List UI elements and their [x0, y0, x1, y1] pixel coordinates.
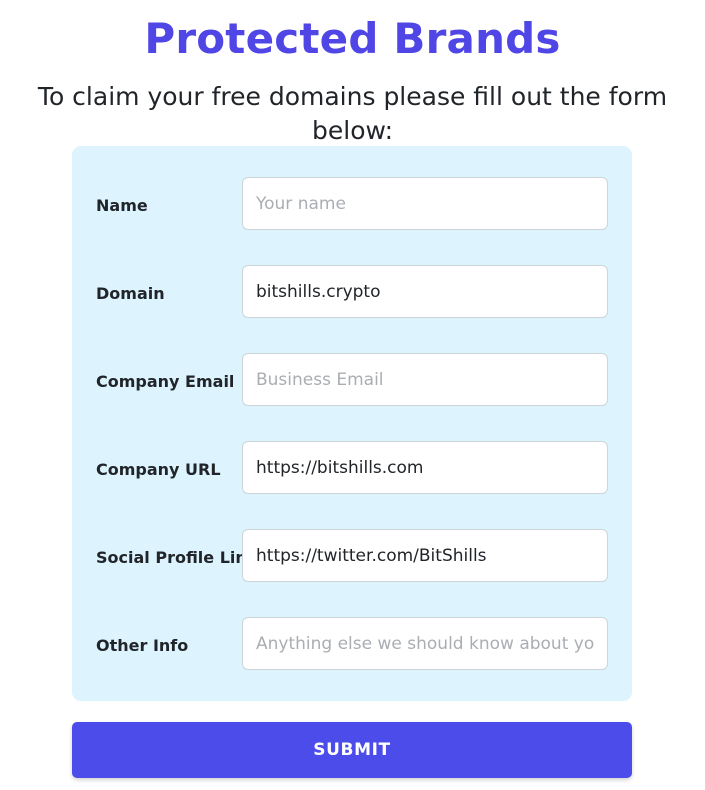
field-row-company-url: Company URL [72, 441, 632, 494]
field-row-social-profile-link: Social Profile Link [72, 529, 632, 582]
field-row-company-email: Company Email [72, 353, 632, 406]
domain-input[interactable] [242, 265, 608, 318]
page-title: Protected Brands [144, 14, 561, 63]
submit-button[interactable]: SUBMIT [72, 722, 632, 778]
company-email-input[interactable] [242, 353, 608, 406]
company-url-input[interactable] [242, 441, 608, 494]
protected-brands-page: Protected Brands To claim your free doma… [0, 0, 705, 790]
name-input[interactable] [242, 177, 608, 230]
field-row-other-info: Other Info [72, 617, 632, 670]
social-profile-link-input[interactable] [242, 529, 608, 582]
other-info-input[interactable] [242, 617, 608, 670]
field-row-name: Name [72, 177, 632, 230]
page-subtitle: To claim your free domains please fill o… [37, 82, 668, 145]
claim-form-panel: Name Domain Company Email Company URL So… [72, 146, 632, 701]
field-row-domain: Domain [72, 265, 632, 318]
